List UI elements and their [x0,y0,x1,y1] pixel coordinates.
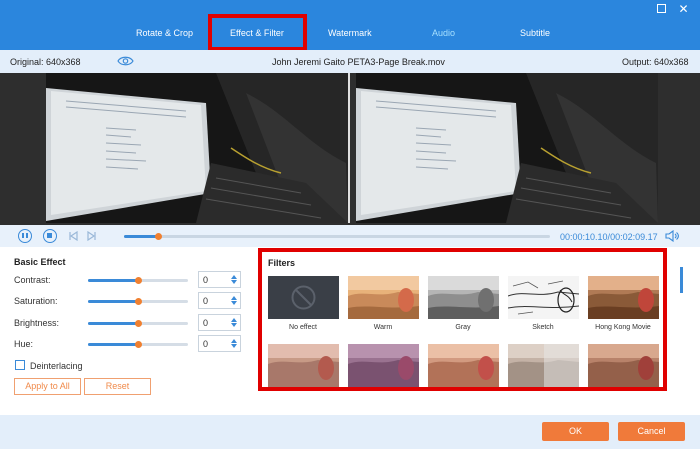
contrast-slider-knob[interactable] [135,277,142,284]
progress-track[interactable] [124,233,550,240]
filter-thumbnail[interactable] [428,344,499,387]
file-name: John Jeremi Gaito PETA3-Page Break.mov [272,57,445,67]
filter-no-effect[interactable] [268,276,339,319]
hue-stepper[interactable]: 0 [198,335,241,352]
saturation-slider[interactable] [88,298,188,305]
saturation-value: 0 [203,296,209,306]
increment-icon[interactable] [231,275,237,279]
filter-gray[interactable] [428,276,499,319]
filter-label: Gray [455,324,471,331]
filter-label: Hong Kong Movie [595,324,651,331]
contrast-stepper[interactable]: 0 [198,271,241,288]
contrast-value: 0 [203,275,209,285]
pause-button[interactable] [18,229,32,243]
contrast-slider-fill [88,279,138,282]
tab-audio[interactable]: Audio [432,28,455,38]
filter-thumbnail[interactable] [508,344,579,387]
restore-icon[interactable] [657,4,666,13]
deinterlacing-checkbox[interactable] [15,360,25,370]
brightness-slider-fill [88,322,138,325]
cancel-button[interactable]: Cancel [618,422,685,441]
total-time: 00:02:09.17 [610,232,658,242]
filters-scrollbar[interactable] [680,267,683,293]
contrast-slider[interactable] [88,277,188,284]
brightness-label: Brightness: [14,318,60,328]
filter-thumbnail[interactable] [268,344,339,387]
increment-icon[interactable] [231,339,237,343]
deinterlacing-label: Deinterlacing [30,361,83,371]
filters-title: Filters [268,258,296,268]
saturation-stepper[interactable]: 0 [198,292,241,309]
effect-panel: Basic Effect Contrast: 0 Saturation: 0 B… [0,247,700,415]
filter-sketch[interactable] [508,276,579,319]
filter-thumbnail[interactable] [348,344,419,387]
output-resolution: Output: 640x368 [622,57,689,67]
filter-label: Sketch [532,324,554,331]
original-resolution: Original: 640x368 [10,57,81,67]
stop-button[interactable] [43,229,57,243]
filter-thumbnail[interactable] [588,344,659,387]
hue-value: 0 [203,339,209,349]
tab-bar: Rotate & Crop Effect & Filter Watermark … [0,0,700,50]
playback-bar: 00:00:10.10/00:02:09.17 [0,225,700,247]
basic-effect-title: Basic Effect [14,257,66,267]
tab-watermark[interactable]: Watermark [328,28,372,38]
saturation-slider-fill [88,300,138,303]
hue-slider-fill [88,343,138,346]
filter-label: Warm [373,324,393,331]
progress-fill [124,235,159,238]
brightness-value: 0 [203,318,209,328]
hue-label: Hue: [14,339,34,349]
decrement-icon[interactable] [231,280,237,284]
ok-button[interactable]: OK [542,422,609,441]
tab-rotate-crop[interactable]: Rotate & Crop [136,28,193,38]
brightness-slider-knob[interactable] [135,320,142,327]
stop-icon [47,233,52,238]
preview-area [0,73,700,225]
decrement-icon[interactable] [231,323,237,327]
close-icon[interactable]: ✕ [677,3,690,16]
saturation-slider-knob[interactable] [135,298,142,305]
brightness-stepper[interactable]: 0 [198,314,241,331]
current-time: 00:00:10.10 [560,232,608,242]
output-preview [356,73,658,223]
increment-icon[interactable] [231,318,237,322]
filter-label: No effect [289,324,317,331]
hue-slider[interactable] [88,341,188,348]
decrement-icon[interactable] [231,301,237,305]
preview-divider [348,73,350,223]
progress-thumb[interactable] [155,233,163,240]
video-editor-window: Rotate & Crop Effect & Filter Watermark … [0,0,700,449]
filter-warm[interactable] [348,276,419,319]
increment-icon[interactable] [231,296,237,300]
tab-subtitle[interactable]: Subtitle [520,28,550,38]
eye-icon[interactable] [117,55,134,67]
time-display: 00:00:10.10/00:02:09.17 [560,232,658,242]
next-icon[interactable] [87,231,97,241]
reset-button[interactable]: Reset [84,378,151,395]
saturation-label: Saturation: [14,296,58,306]
previous-icon[interactable] [68,231,78,241]
tab-effect-filter[interactable]: Effect & Filter [230,28,284,38]
apply-to-all-button[interactable]: Apply to All [14,378,81,395]
volume-icon[interactable] [665,230,679,242]
contrast-label: Contrast: [14,275,51,285]
info-bar: Original: 640x368 John Jeremi Gaito PETA… [0,50,700,73]
hue-slider-knob[interactable] [135,341,142,348]
original-preview [46,73,348,223]
brightness-slider[interactable] [88,320,188,327]
pause-icon [22,233,24,238]
filter-hong-kong-movie[interactable] [588,276,659,319]
decrement-icon[interactable] [231,344,237,348]
footer-bar: OK Cancel [0,415,700,449]
